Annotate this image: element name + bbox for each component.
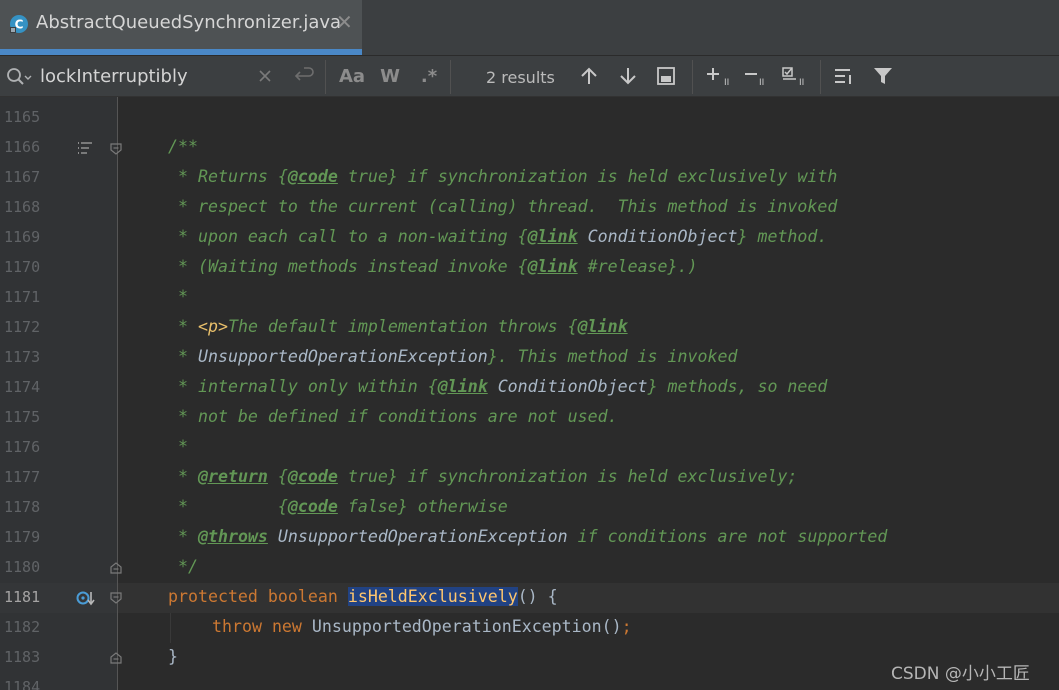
whole-words-button[interactable]: W: [377, 62, 403, 90]
line-number: 1179: [4, 528, 41, 546]
line-number: 1174: [4, 378, 41, 396]
code-line: * respect to the current (calling) threa…: [168, 197, 838, 216]
code-line: * internally only within {@link Conditio…: [168, 377, 828, 396]
line-number: 1173: [4, 348, 41, 366]
code-line: * not be defined if conditions are not u…: [168, 407, 618, 426]
search-icon[interactable]: [4, 66, 32, 88]
code-line: throw new UnsupportedOperationException(…: [212, 617, 632, 636]
fold-end-icon[interactable]: [110, 562, 122, 574]
clear-search-icon[interactable]: [256, 62, 274, 90]
code-editor[interactable]: 1165 1166 1167 1168 1169 1170 1171 1172 …: [0, 97, 1059, 690]
line-number: 1169: [4, 228, 41, 246]
select-all-occurrences-icon[interactable]: [655, 62, 677, 90]
line-number: 1181: [4, 588, 41, 606]
line-number: 1180: [4, 558, 41, 576]
code-line: * upon each call to a non-waiting {@link…: [168, 227, 828, 246]
search-match-highlight: isHeldExclusively: [347, 587, 518, 606]
line-number: 1177: [4, 468, 41, 486]
line-number: 1175: [4, 408, 41, 426]
filter-icon[interactable]: [872, 62, 894, 90]
match-case-button[interactable]: Aa: [338, 62, 366, 90]
code-line: *: [168, 287, 188, 306]
find-bar: Aa W .* 2 results II II II: [0, 55, 1059, 97]
code-line: * @return {@code true} if synchronizatio…: [168, 467, 798, 486]
editor-tab-bar: C AbstractQueuedSynchronizer.java ✕: [0, 0, 1059, 55]
remove-occurrence-icon[interactable]: II: [742, 62, 770, 90]
indent-guide: [170, 613, 171, 643]
separator: [450, 60, 451, 94]
separator: [692, 60, 693, 94]
filter-settings-icon[interactable]: [832, 62, 856, 90]
line-number: 1172: [4, 318, 41, 336]
new-line-icon[interactable]: [292, 62, 316, 90]
previous-occurrence-icon[interactable]: [578, 62, 600, 90]
search-results-count: 2 results: [486, 68, 555, 87]
code-line: * @throws UnsupportedOperationException …: [168, 527, 888, 546]
line-number: 1170: [4, 258, 41, 276]
code-line: * {@code false} otherwise: [168, 497, 508, 516]
overrides-method-icon[interactable]: [76, 589, 96, 607]
watermark: CSDN @小小工匠: [891, 664, 1030, 684]
svg-text:II: II: [759, 78, 764, 88]
line-number: 1168: [4, 198, 41, 216]
line-number: 1183: [4, 648, 41, 666]
code-line: * <p>The default implementation throws {…: [168, 317, 628, 336]
code-line: * Returns {@code true} if synchronizatio…: [168, 167, 838, 186]
fold-end-icon[interactable]: [110, 652, 122, 664]
code-line: */: [168, 557, 198, 576]
code-line: * UnsupportedOperationException}. This m…: [168, 347, 738, 366]
line-number: 1176: [4, 438, 41, 456]
close-icon[interactable]: ✕: [336, 10, 353, 34]
line-number: 1167: [4, 168, 41, 186]
separator: [820, 60, 821, 94]
line-number: 1178: [4, 498, 41, 516]
svg-text:II: II: [799, 78, 804, 88]
separator: [325, 60, 326, 94]
line-number: 1165: [4, 108, 41, 126]
select-all-toggle-icon[interactable]: II: [780, 62, 810, 90]
code-line: * (Waiting methods instead invoke {@link…: [168, 257, 698, 276]
code-line: protected boolean isHeldExclusively() {: [168, 587, 558, 606]
editor-tab[interactable]: C AbstractQueuedSynchronizer.java ✕: [0, 0, 362, 55]
svg-text:II: II: [724, 78, 729, 88]
regex-button[interactable]: .*: [416, 62, 442, 90]
line-number: 1171: [4, 288, 41, 306]
code-line: }: [168, 647, 178, 666]
line-number: 1182: [4, 618, 41, 636]
fold-icon[interactable]: [110, 143, 122, 155]
line-number: 1166: [4, 138, 41, 156]
tab-title: AbstractQueuedSynchronizer.java: [36, 12, 342, 33]
code-line: *: [168, 437, 188, 456]
add-occurrence-icon[interactable]: II: [704, 62, 732, 90]
fold-icon[interactable]: [110, 592, 122, 604]
next-occurrence-icon[interactable]: [617, 62, 639, 90]
code-line: /**: [168, 137, 198, 156]
search-input[interactable]: [40, 64, 250, 88]
java-class-icon: C: [10, 15, 28, 33]
line-number: 1184: [4, 678, 41, 690]
rendered-doc-toggle-icon[interactable]: [76, 140, 94, 156]
